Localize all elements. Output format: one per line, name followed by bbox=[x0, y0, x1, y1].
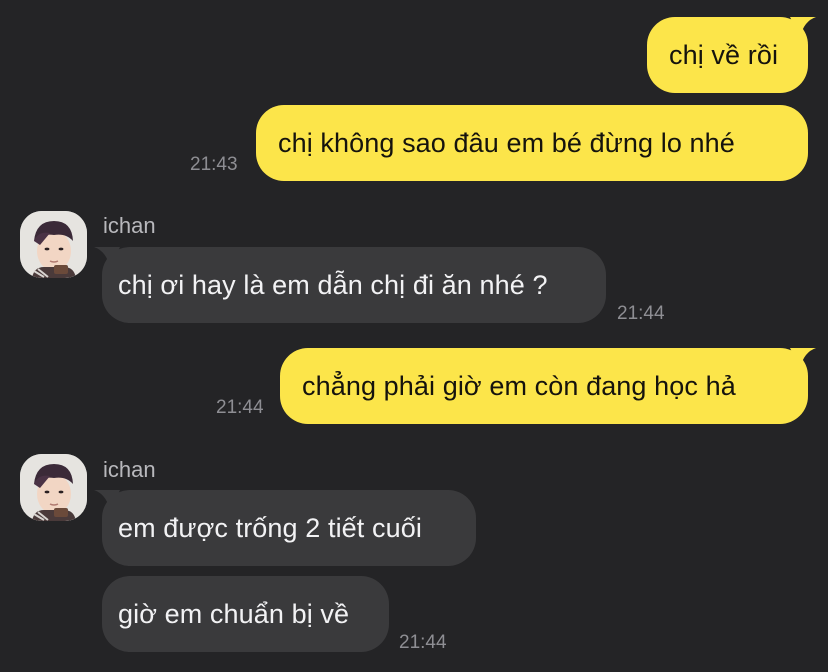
message-timestamp: 21:44 bbox=[399, 632, 447, 653]
message-text: chị không sao đâu em bé đừng lo nhé bbox=[278, 127, 735, 158]
sender-name: ichan bbox=[103, 213, 156, 238]
sender-avatar[interactable] bbox=[20, 211, 87, 278]
sender-name: ichan bbox=[103, 457, 156, 482]
message-text: chẳng phải giờ em còn đang học hả bbox=[302, 370, 736, 401]
outgoing-message-bubble[interactable]: chị không sao đâu em bé đừng lo nhé bbox=[256, 105, 808, 181]
incoming-message-bubble[interactable]: chị ơi hay là em dẫn chị đi ăn nhé ? bbox=[94, 247, 606, 323]
user-avatar-photo-icon bbox=[20, 454, 87, 521]
message-text: em được trống 2 tiết cuối bbox=[118, 512, 422, 543]
message-timestamp: 21:44 bbox=[216, 397, 264, 418]
outgoing-message-bubble[interactable]: chẳng phải giờ em còn đang học hả bbox=[280, 348, 816, 424]
message-text: chị về rồi bbox=[669, 39, 779, 70]
incoming-message-bubble[interactable]: giờ em chuẩn bị về bbox=[102, 576, 389, 652]
bubble-tail-icon bbox=[790, 17, 816, 37]
message-timestamp: 21:44 bbox=[617, 303, 665, 324]
bubble-tail-icon bbox=[94, 490, 120, 510]
incoming-message-bubble[interactable]: em được trống 2 tiết cuối bbox=[94, 490, 476, 566]
bubble-tail-icon bbox=[790, 348, 816, 368]
message-text: chị ơi hay là em dẫn chị đi ăn nhé ? bbox=[118, 269, 548, 300]
bubble-tail-icon bbox=[94, 247, 120, 267]
message-text: giờ em chuẩn bị về bbox=[118, 598, 350, 629]
sender-avatar[interactable] bbox=[20, 454, 87, 521]
outgoing-message-bubble[interactable]: chị về rồi bbox=[647, 17, 816, 93]
user-avatar-photo-icon bbox=[20, 211, 87, 278]
message-timestamp: 21:43 bbox=[190, 154, 238, 175]
